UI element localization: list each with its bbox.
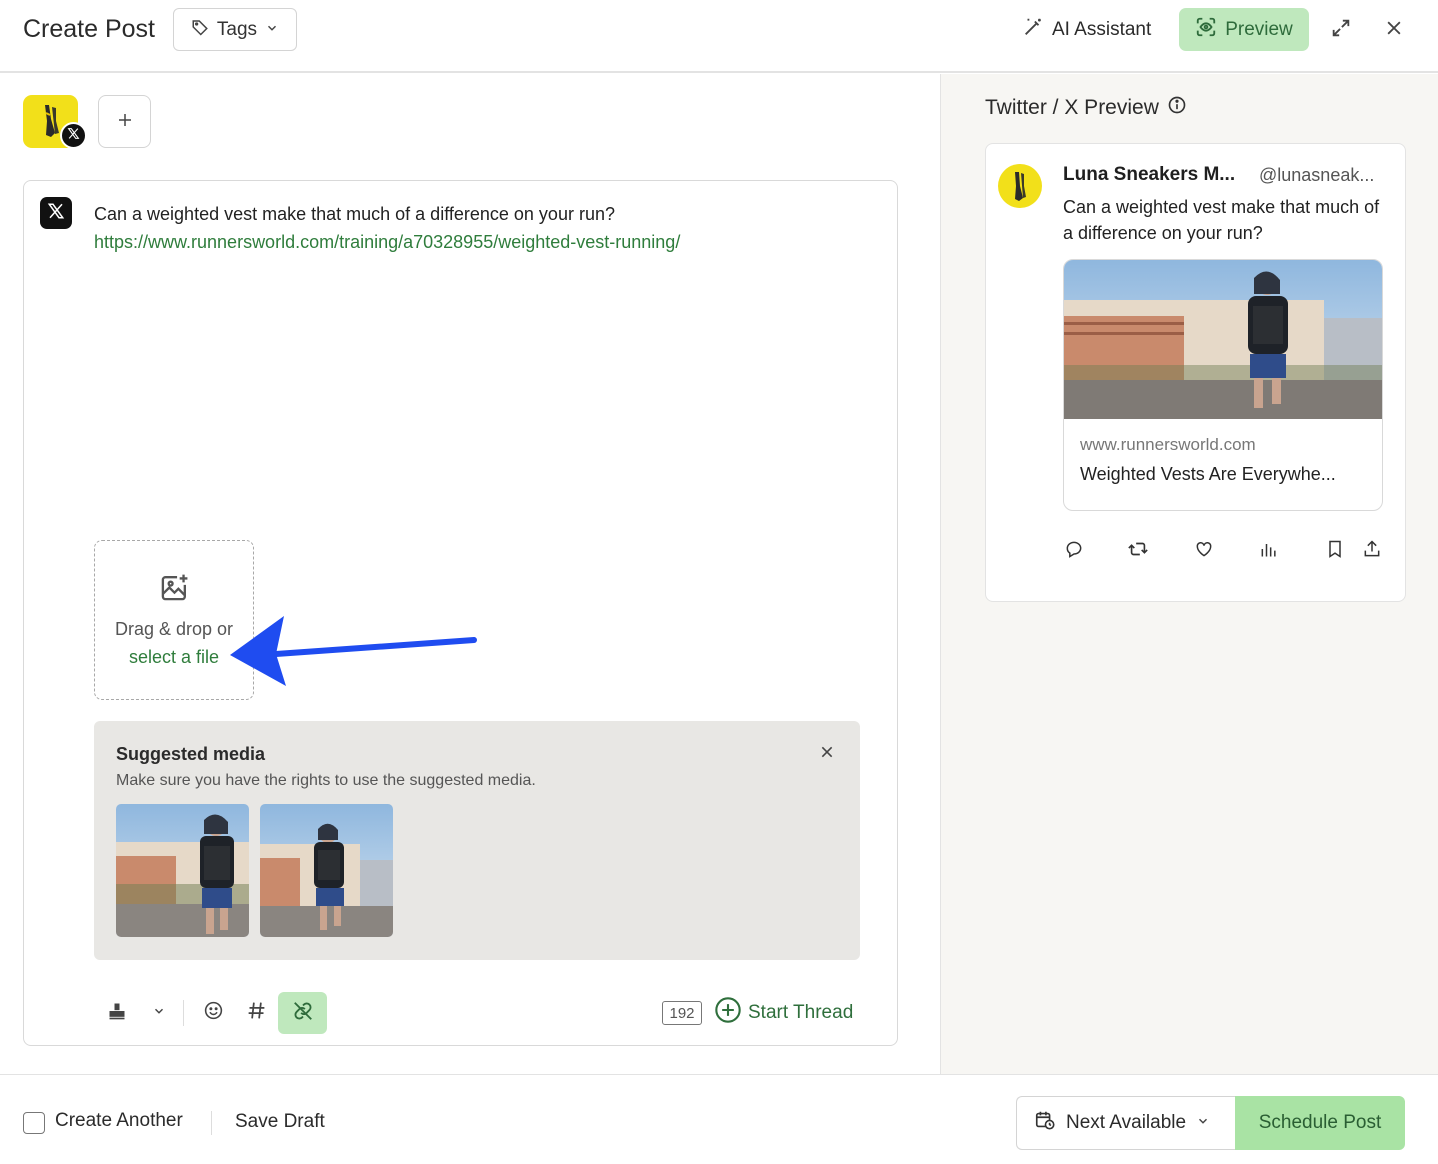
chevron-down-icon (265, 19, 279, 41)
toolbar-divider (183, 1000, 184, 1026)
x-logo-icon (67, 127, 80, 145)
save-draft-button[interactable]: Save Draft (235, 1111, 325, 1133)
x-network-indicator (40, 197, 72, 229)
annotation-arrow (230, 616, 477, 686)
magic-wand-icon (1022, 16, 1044, 44)
info-icon[interactable] (1167, 95, 1187, 121)
stamp-options-dropdown[interactable] (147, 1000, 171, 1026)
ai-assistant-label: AI Assistant (1052, 18, 1152, 40)
hashtag-button[interactable] (243, 1000, 269, 1026)
footer-divider (211, 1111, 212, 1135)
preview-title: Twitter / X Preview (985, 95, 1187, 121)
emoji-button[interactable] (200, 1000, 226, 1026)
share-icon (1361, 538, 1383, 560)
retweet-icon (1127, 538, 1149, 560)
header-bar: Create Post Tags AI Assistant Preview (0, 0, 1438, 73)
create-another-label[interactable]: Create Another (55, 1110, 183, 1132)
plus-circle-icon (714, 996, 742, 1030)
suggested-media-thumbnail[interactable] (260, 804, 393, 937)
suggested-media-panel: Suggested media Make sure you have the r… (94, 721, 860, 960)
chevron-down-icon (152, 1004, 166, 1023)
tweet-handle: @lunasneak... (1259, 165, 1375, 185)
create-another-checkbox[interactable] (23, 1112, 45, 1134)
character-count: 192 (662, 1001, 702, 1025)
post-link[interactable]: https://www.runnersworld.com/training/a7… (94, 228, 680, 256)
expand-button[interactable] (1327, 16, 1355, 44)
schedule-option-label: Next Available (1066, 1112, 1187, 1133)
avatar (998, 164, 1042, 208)
link-preview-card[interactable]: www.runnersworld.com Weighted Vests Are … (1063, 259, 1383, 511)
suggested-media-thumbnail[interactable] (116, 804, 249, 937)
preview-toggle-button[interactable]: Preview (1179, 8, 1309, 51)
preview-title-text: Twitter / X Preview (985, 96, 1159, 119)
suggested-media-subtitle: Make sure you have the rights to use the… (116, 772, 536, 789)
close-icon (1384, 18, 1404, 43)
suggested-media-close-button[interactable] (816, 743, 838, 765)
link-preview-domain: www.runnersworld.com (1080, 435, 1256, 454)
reply-icon (1063, 538, 1085, 560)
tags-label: Tags (216, 18, 258, 40)
like-icon (1193, 538, 1215, 560)
x-platform-badge (60, 122, 87, 149)
post-text[interactable]: Can a weighted vest make that much of a … (94, 200, 615, 228)
stamp-icon (107, 1001, 127, 1026)
expand-icon (1330, 17, 1352, 44)
plus-icon (116, 108, 134, 136)
close-button[interactable] (1380, 16, 1408, 44)
bookmark-icon (1324, 538, 1346, 560)
hashtag-icon (246, 1000, 267, 1026)
views-icon (1258, 538, 1280, 560)
schedule-time-dropdown[interactable]: Next Available (1016, 1096, 1235, 1150)
schedule-post-button[interactable]: Schedule Post (1235, 1096, 1405, 1150)
tweet-display-name: Luna Sneakers M... (1063, 164, 1236, 185)
chevron-down-icon (1196, 1112, 1210, 1134)
start-thread-button[interactable]: Start Thread (714, 996, 854, 1030)
tweet-text: Can a weighted vest make that much of a … (1063, 197, 1380, 243)
suggested-media-title: Suggested media (116, 744, 266, 764)
tag-icon (191, 18, 209, 42)
emoji-icon (203, 1000, 224, 1026)
eye-scan-icon (1195, 16, 1217, 44)
start-thread-label: Start Thread (748, 1002, 854, 1023)
close-icon (819, 744, 835, 765)
add-account-button[interactable] (98, 95, 151, 148)
x-logo-icon (47, 202, 65, 225)
calendar-clock-icon (1034, 1109, 1056, 1137)
ai-assistant-button[interactable]: AI Assistant (1016, 8, 1157, 51)
image-add-icon (159, 572, 190, 603)
page-title: Create Post (23, 15, 156, 43)
tags-dropdown-button[interactable]: Tags (173, 8, 297, 51)
link-preview-title: Weighted Vests Are Everywhe... (1080, 464, 1336, 484)
stamp-button[interactable] (104, 1000, 130, 1026)
preview-label: Preview (1225, 18, 1293, 40)
link-off-icon (292, 1000, 314, 1027)
link-preview-toggle[interactable] (278, 992, 327, 1034)
link-preview-image (1064, 260, 1382, 419)
